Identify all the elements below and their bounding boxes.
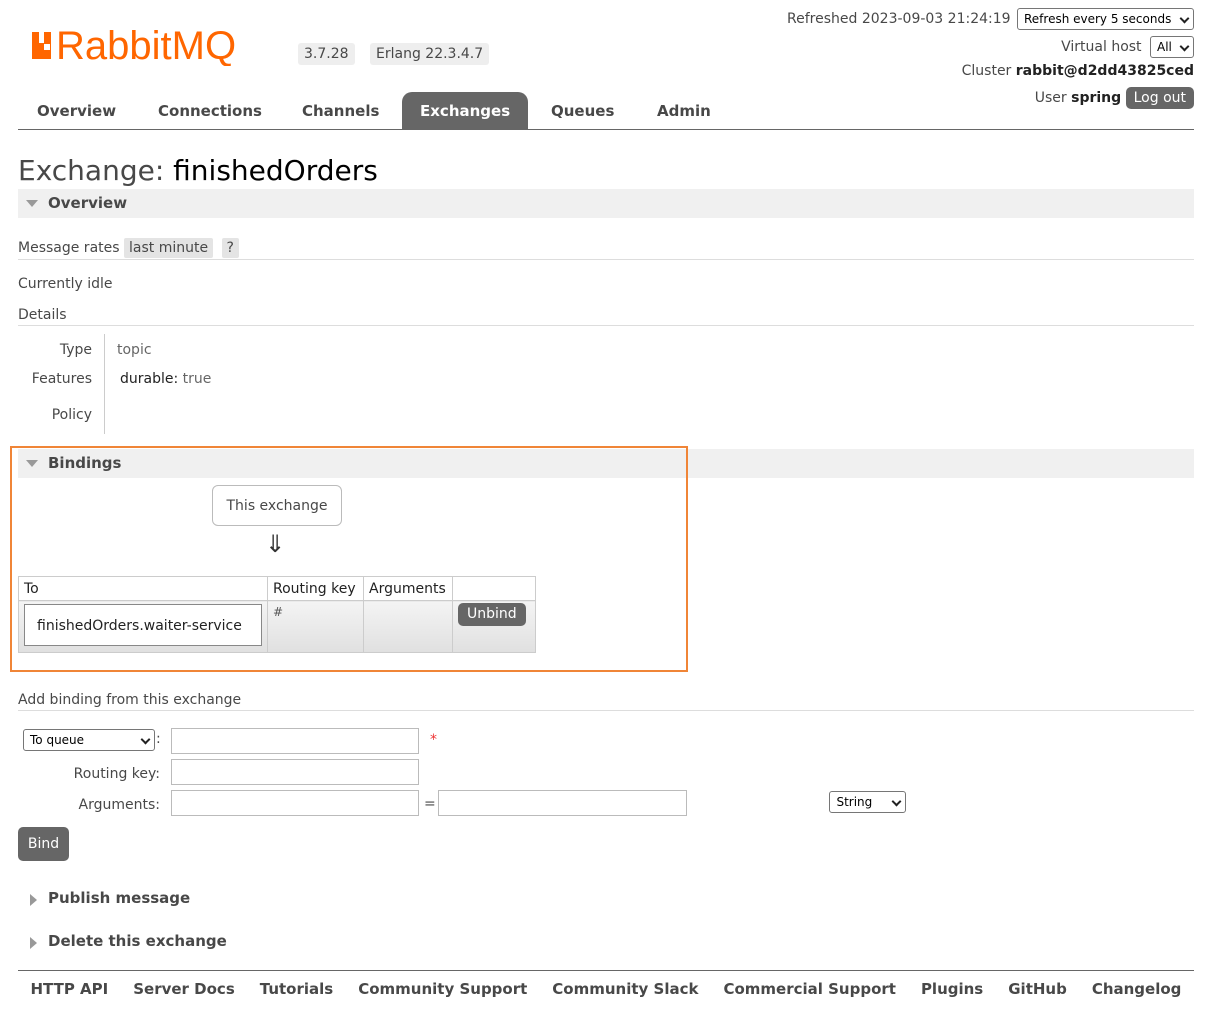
chevron-down-icon [1179, 41, 1190, 52]
argument-type-select[interactable]: String [829, 791, 907, 813]
routing-key-label: Routing key: [73, 766, 160, 782]
main-nav-tabs: Overview Connections Channels Exchanges … [18, 92, 1194, 130]
status-text: Currently idle [18, 276, 113, 292]
table-header-row: To Routing key Arguments [18, 576, 536, 601]
page-title-prefix: Exchange: [18, 154, 165, 187]
vhost-row: Virtual host All [1061, 36, 1194, 58]
message-rates-row: Message rates last minute ? [18, 238, 239, 258]
table-row: finishedOrders.waiter-service # Unbind [18, 600, 536, 653]
tab-queues[interactable]: Queues [533, 92, 632, 129]
help-button[interactable]: ? [221, 238, 239, 258]
page-title: Exchange: finishedOrders [18, 154, 378, 187]
footer-link-http-api[interactable]: HTTP API [30, 980, 108, 998]
refreshed-text: Refreshed 2023-09-03 21:24:19 [787, 11, 1011, 27]
details-label: Details [18, 307, 67, 323]
cell-arguments [363, 600, 453, 653]
footer-link-community-slack[interactable]: Community Slack [552, 980, 698, 998]
colon: : [156, 731, 161, 747]
footer-link-tutorials[interactable]: Tutorials [260, 980, 333, 998]
refresh-row: Refreshed 2023-09-03 21:24:19 Refresh ev… [787, 8, 1194, 30]
cluster-name: rabbit@d2dd43825ced [1015, 63, 1194, 79]
erlang-badge: Erlang 22.3.4.7 [370, 43, 490, 65]
routing-key-input[interactable] [171, 759, 419, 785]
publish-message-label: Publish message [48, 889, 191, 907]
divider [18, 710, 1194, 711]
details-divider [104, 334, 105, 434]
argument-value-input[interactable] [438, 790, 687, 816]
footer-link-github[interactable]: GitHub [1008, 980, 1067, 998]
cell-actions: Unbind [452, 600, 536, 653]
delete-exchange-label: Delete this exchange [48, 932, 227, 950]
features-key: Features [31, 371, 92, 387]
overview-section-header[interactable]: Overview [18, 189, 1194, 218]
triangle-right-icon [30, 937, 37, 949]
unbind-button[interactable]: Unbind [458, 603, 526, 626]
type-value: topic [117, 342, 152, 358]
destination-input[interactable] [171, 728, 419, 754]
footer-link-commercial-support[interactable]: Commercial Support [723, 980, 896, 998]
footer-link-community-support[interactable]: Community Support [358, 980, 527, 998]
cell-routing-key: # [267, 600, 364, 653]
details-table: Type topic Features durable: true Policy [0, 334, 300, 434]
footer-link-server-docs[interactable]: Server Docs [133, 980, 235, 998]
version-badge: 3.7.28 [298, 43, 355, 65]
add-binding-heading: Add binding from this exchange [18, 692, 242, 708]
tab-exchanges[interactable]: Exchanges [402, 92, 529, 129]
triangle-down-icon [26, 200, 38, 207]
cluster-row: Cluster rabbit@d2dd43825ced [962, 63, 1194, 79]
features-name: durable: [120, 371, 179, 387]
tab-connections[interactable]: Connections [140, 92, 280, 129]
col-arguments: Arguments [363, 576, 453, 601]
col-actions [452, 576, 536, 601]
argument-key-input[interactable] [171, 790, 419, 816]
divider [18, 259, 1194, 260]
arrow-down-icon: ⇓ [265, 530, 286, 558]
equals-sign: = [424, 796, 436, 812]
this-exchange-node: This exchange [212, 485, 342, 526]
publish-message-section[interactable]: Publish message [18, 887, 318, 911]
col-routing-key: Routing key [267, 576, 364, 601]
required-marker: * [430, 732, 437, 748]
delete-exchange-section[interactable]: Delete this exchange [18, 930, 318, 954]
message-rates-label: Message rates [18, 240, 120, 256]
footer-link-changelog[interactable]: Changelog [1092, 980, 1182, 998]
features-flag: true [182, 371, 212, 387]
tab-overview[interactable]: Overview [19, 92, 134, 129]
type-key: Type [59, 342, 92, 358]
bind-button[interactable]: Bind [18, 827, 69, 861]
bindings-table: To Routing key Arguments finishedOrders.… [18, 576, 536, 653]
logo-text: RabbitMQ [56, 24, 236, 66]
chevron-down-icon [892, 796, 902, 807]
rabbitmq-logo: RabbitMQ [32, 24, 236, 66]
col-to: To [18, 576, 268, 601]
triangle-right-icon [30, 894, 37, 906]
chevron-down-icon [140, 734, 151, 745]
tab-admin[interactable]: Admin [639, 92, 729, 129]
vhost-select[interactable]: All [1150, 36, 1194, 58]
tab-channels[interactable]: Channels [284, 92, 397, 129]
footer-link-plugins[interactable]: Plugins [921, 980, 983, 998]
policy-key: Policy [51, 407, 92, 423]
cell-to: finishedOrders.waiter-service [18, 600, 268, 653]
divider [18, 325, 1194, 326]
refresh-interval-select[interactable]: Refresh every 5 seconds [1017, 8, 1194, 30]
footer-divider [18, 970, 1194, 971]
arguments-label: Arguments: [78, 797, 160, 813]
overview-section-label: Overview [48, 194, 128, 212]
cluster-label: Cluster [961, 63, 1012, 79]
exchange-name: finishedOrders [173, 154, 378, 187]
vhost-label: Virtual host [1061, 39, 1142, 55]
destination-type-select[interactable]: To queue [23, 729, 155, 751]
chevron-down-icon [1179, 13, 1190, 24]
rates-period-chip[interactable]: last minute [124, 238, 214, 258]
features-value: durable: true [120, 371, 211, 387]
footer-links: HTTP API Server Docs Tutorials Community… [18, 980, 1194, 998]
queue-link[interactable]: finishedOrders.waiter-service [24, 604, 262, 646]
